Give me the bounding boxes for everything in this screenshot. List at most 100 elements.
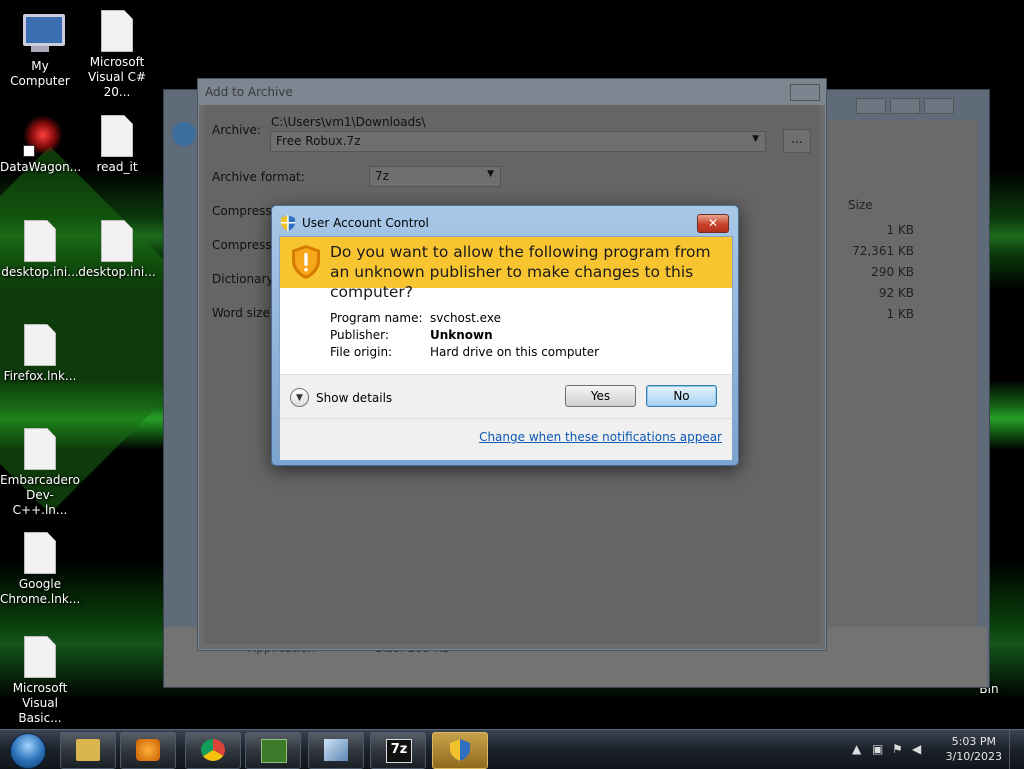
desktop-icon-visual-basic[interactable]: Microsoft Visual Basic... — [0, 636, 80, 726]
archive-label: Archive: — [212, 123, 261, 137]
folder-icon — [76, 739, 100, 761]
clock-date: 3/10/2023 — [945, 750, 1002, 763]
show-details-toggle[interactable]: ▼ Show details — [290, 388, 392, 407]
archive-path: C:\Users\vm1\Downloads\ — [271, 115, 426, 129]
publisher-value: Unknown — [430, 328, 493, 342]
show-details-label: Show details — [316, 390, 393, 405]
desktop-icon-label: Firefox.lnk... — [3, 369, 77, 383]
size-cell: 1 KB — [886, 307, 914, 321]
desktop-icon-chrome[interactable]: Google Chrome.lnk... — [0, 532, 80, 607]
desktop-icon-label: DataWagon... — [0, 160, 82, 174]
word-size-label: Word size: — [212, 306, 274, 320]
media-player-icon — [136, 739, 160, 761]
show-desktop-button[interactable] — [1009, 730, 1024, 769]
back-arrow-icon[interactable] — [172, 122, 196, 146]
size-cell: 92 KB — [878, 286, 914, 300]
desktop-icon-label: desktop.ini... — [78, 265, 156, 279]
program-details: Program name: svchost.exe Publisher: Unkno… — [330, 310, 599, 361]
warning-shield-icon — [292, 245, 320, 279]
uac-question: Do you want to allow the following progr… — [330, 243, 711, 301]
format-label: Archive format: — [212, 170, 305, 184]
window-icon — [324, 739, 348, 761]
taskbar-window[interactable] — [308, 732, 364, 769]
action-center-flag-icon[interactable]: ⚑ — [892, 742, 903, 756]
desktop-icon-my-computer[interactable]: My Computer — [0, 10, 80, 89]
computer-icon — [23, 14, 65, 56]
publisher-label: Publisher: — [330, 328, 389, 342]
yes-button[interactable]: Yes — [565, 385, 636, 407]
window-title: Add to Archive — [198, 79, 826, 105]
desktop-icon-label: Microsoft Visual C# 20... — [87, 55, 147, 99]
desktop-icon-label: My Computer — [10, 59, 70, 88]
browse-button[interactable]: ... — [783, 129, 811, 153]
uac-dialog: User Account Control ✕ Do you want to al… — [271, 205, 739, 466]
network-icon[interactable]: ▣ — [872, 742, 883, 756]
file-icon — [23, 220, 57, 262]
taskbar-uac[interactable] — [432, 732, 488, 769]
archive-name-value: Free Robux.7z — [276, 134, 361, 148]
csharp-icon — [261, 739, 287, 763]
file-origin-value: Hard drive on this computer — [430, 345, 600, 359]
file-icon — [100, 10, 134, 52]
uac-title: User Account Control — [302, 216, 429, 230]
taskbar-explorer[interactable] — [60, 732, 116, 769]
desktop-icon-desktop-ini-2[interactable]: desktop.ini... — [77, 220, 157, 280]
desktop-icon-label: Microsoft Visual Basic... — [12, 681, 68, 725]
chevron-down-icon: ▼ — [487, 169, 494, 179]
minimize-button[interactable] — [856, 98, 886, 114]
7zip-icon: 7z — [386, 739, 412, 763]
chevron-down-icon: ▼ — [290, 388, 309, 407]
desktop-icon-read-it[interactable]: read_it — [77, 115, 157, 175]
desktop-icon-label: read_it — [96, 160, 138, 174]
taskbar-visual-csharp[interactable] — [245, 732, 301, 769]
clock[interactable]: 5:03 PM 3/10/2023 — [946, 734, 1002, 764]
shortcut-arrow-icon — [23, 145, 35, 157]
desktop-icon-firefox[interactable]: Firefox.lnk... — [0, 324, 80, 384]
clock-time: 5:03 PM — [951, 735, 996, 748]
file-icon — [23, 324, 57, 366]
desktop-icon-datawagon[interactable]: DataWagon... — [0, 115, 82, 175]
desktop-icon-dev-cpp[interactable]: Embarcadero Dev-C++.ln... — [0, 428, 80, 518]
program-name-label: Program name: — [330, 311, 423, 325]
chrome-icon — [201, 739, 225, 761]
show-hidden-icons-icon[interactable]: ▲ — [852, 742, 861, 756]
windows-logo-icon — [10, 733, 46, 769]
taskbar-media-player[interactable] — [120, 732, 176, 769]
file-icon — [23, 532, 57, 574]
file-icon — [100, 220, 134, 262]
uac-shield-icon — [450, 739, 470, 761]
chevron-down-icon: ▼ — [752, 134, 759, 144]
start-button[interactable] — [4, 731, 52, 769]
system-tray: ▲ ▣ ⚑ ◀ 5:03 PM 3/10/2023 — [834, 730, 1024, 769]
close-button[interactable] — [790, 84, 820, 101]
no-button[interactable]: No — [646, 385, 717, 407]
desktop-icon-label: Embarcadero Dev-C++.ln... — [0, 473, 80, 517]
size-column-header[interactable]: Size — [848, 198, 873, 212]
program-name-value: svchost.exe — [430, 311, 501, 325]
file-icon — [23, 636, 57, 678]
desktop-icon-desktop-ini-1[interactable]: desktop.ini... — [0, 220, 80, 280]
archive-format-value: 7z — [375, 169, 389, 183]
virus-icon — [23, 115, 63, 157]
maximize-button[interactable] — [890, 98, 920, 114]
taskbar: 7z ▲ ▣ ⚑ ◀ 5:03 PM 3/10/2023 — [0, 729, 1024, 769]
taskbar-7zip[interactable]: 7z — [370, 732, 426, 769]
uac-shield-icon — [281, 215, 295, 231]
file-origin-label: File origin: — [330, 345, 393, 359]
uac-warning-banner: Do you want to allow the following progr… — [280, 237, 732, 301]
archive-name-combobox[interactable]: Free Robux.7z ▼ — [270, 131, 766, 152]
archive-format-select[interactable]: 7z ▼ — [369, 166, 501, 187]
close-button[interactable] — [924, 98, 954, 114]
close-button[interactable]: ✕ — [697, 214, 729, 233]
volume-icon[interactable]: ◀ — [912, 742, 921, 756]
size-column: 1 KB 72,361 KB 290 KB 92 KB 1 KB — [852, 220, 914, 325]
desktop-icon-visual-csharp[interactable]: Microsoft Visual C# 20... — [77, 10, 157, 100]
file-icon — [100, 115, 134, 157]
desktop-icon-label: Google Chrome.lnk... — [0, 577, 81, 606]
size-cell: 72,361 KB — [852, 244, 914, 258]
taskbar-chrome[interactable] — [185, 732, 241, 769]
file-icon — [23, 428, 57, 470]
size-cell: 1 KB — [886, 223, 914, 237]
size-cell: 290 KB — [871, 265, 914, 279]
change-notifications-link[interactable]: Change when these notifications appear — [479, 430, 722, 444]
